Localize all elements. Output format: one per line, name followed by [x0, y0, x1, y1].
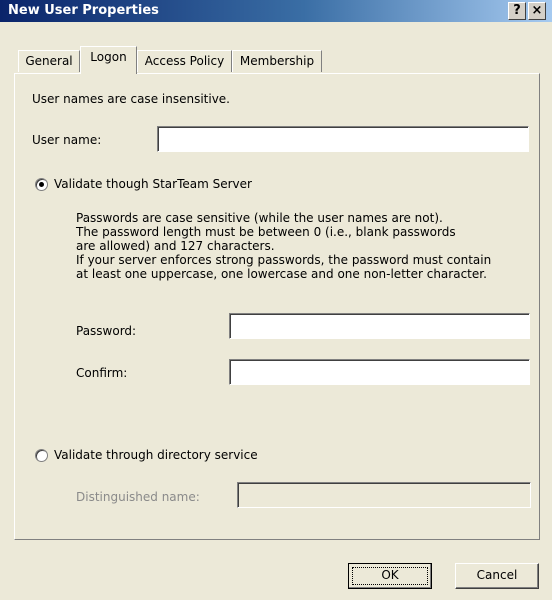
- distinguished-name-input[interactable]: [237, 482, 531, 508]
- help-button[interactable]: ?: [508, 2, 526, 20]
- password-input[interactable]: [229, 313, 530, 339]
- validate-server-label[interactable]: Validate though StarTeam Server: [54, 177, 252, 191]
- validate-directory-radio[interactable]: [35, 449, 48, 462]
- tab-logon[interactable]: Logon: [80, 46, 137, 74]
- validate-server-radio[interactable]: [35, 178, 48, 191]
- cancel-button[interactable]: Cancel: [455, 563, 539, 589]
- confirm-input[interactable]: [229, 359, 530, 385]
- dialog-title: New User Properties: [8, 3, 159, 18]
- confirm-label: Confirm:: [76, 366, 128, 380]
- ok-button[interactable]: OK: [348, 563, 432, 589]
- tab-access-policy[interactable]: Access Policy: [137, 50, 232, 72]
- properties-dialog: New User Properties ? × General Logon Ac…: [0, 0, 552, 600]
- tab-membership[interactable]: Membership: [232, 50, 322, 72]
- case-insensitive-note: User names are case insensitive.: [32, 92, 230, 106]
- title-bar: New User Properties ? ×: [0, 0, 552, 22]
- radio-selected-dot: [39, 182, 44, 187]
- close-button[interactable]: ×: [528, 2, 546, 20]
- validate-directory-label[interactable]: Validate through directory service: [54, 448, 258, 462]
- distinguished-name-label: Distinguished name:: [76, 490, 200, 504]
- username-label: User name:: [32, 133, 102, 147]
- password-label: Password:: [76, 324, 137, 338]
- username-input[interactable]: [157, 126, 529, 152]
- password-rules-note: Passwords are case sensitive (while the …: [76, 211, 492, 281]
- tab-general[interactable]: General: [18, 50, 80, 72]
